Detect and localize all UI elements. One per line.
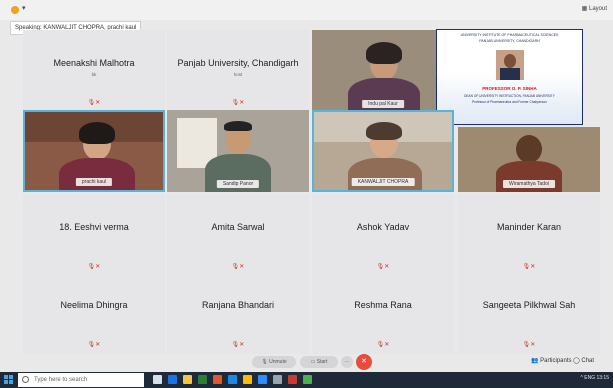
acrobat-icon[interactable]	[288, 375, 297, 384]
participant-tile[interactable]: Neelima Dhingra 🎙✕	[23, 272, 165, 354]
more-icon: ···	[344, 359, 350, 365]
participant-tile[interactable]: Maninder Karan 🎙✕	[458, 194, 600, 276]
participant-label: Indu pal Kaur	[362, 100, 404, 108]
participant-name: Panjab University, Chandigarh	[177, 58, 299, 68]
participant-video-tile[interactable]: Sandip Panor	[167, 110, 309, 192]
more-button[interactable]: ···	[341, 356, 353, 368]
participant-video-tile[interactable]: Indu pal Kaur	[312, 30, 454, 112]
hang-up-icon: ✕	[361, 358, 367, 365]
edge-icon[interactable]	[168, 375, 177, 384]
people-icon: 👥	[531, 358, 539, 364]
start-video-button[interactable]: ▭ Start	[300, 356, 338, 368]
participant-name: Ranjana Bhandari	[201, 300, 275, 310]
slide-line-1: UNIVERSITY INSTITUTE OF PHARMACEUTICAL S…	[460, 33, 559, 37]
speaker-photo	[496, 50, 524, 80]
powerpoint-icon[interactable]	[213, 375, 222, 384]
file-explorer-icon[interactable]	[183, 375, 192, 384]
participant-name: Neelima Dhingra	[60, 300, 128, 310]
windows-taskbar: Type here to search ^ ENG 13:15	[0, 372, 613, 388]
participant-subtitle: host	[233, 72, 243, 77]
taskbar-search-input[interactable]: Type here to search	[18, 373, 144, 387]
word-icon[interactable]	[228, 375, 237, 384]
system-tray: ^ ENG 13:15	[580, 375, 609, 381]
participant-label: Sandip Panor	[216, 180, 260, 188]
participant-name: 18. Eeshvi verma	[59, 222, 129, 232]
zoom-logo-icon	[11, 6, 19, 14]
muted-mic-icon: 🎙✕	[87, 264, 101, 270]
muted-mic-icon: 🎙✕	[87, 342, 101, 348]
participant-tile[interactable]: Ranjana Bhandari 🎙✕	[167, 272, 309, 354]
muted-mic-icon: 🎙✕	[522, 342, 536, 348]
muted-mic-icon: 🎙✕	[231, 264, 245, 270]
chat-icon: ◯	[573, 358, 580, 364]
participant-name: Meenakshi Malhotra	[53, 58, 135, 68]
muted-mic-icon: 🎙✕	[231, 342, 245, 348]
participant-label: KANWALJIT CHOPRA	[351, 178, 415, 186]
muted-mic-icon: 🎙✕	[87, 100, 101, 106]
participant-tile[interactable]: Sangeeta Pilkhwal Sah 🎙✕	[458, 272, 600, 354]
participant-tile[interactable]: Ashok Yadav 🎙✕	[312, 194, 454, 276]
participants-button[interactable]: 👥 Participants	[531, 357, 572, 364]
excel-icon[interactable]	[198, 375, 207, 384]
mic-icon: 🎙	[261, 359, 268, 365]
search-icon	[22, 376, 29, 383]
grid-icon: ▦	[581, 6, 588, 12]
chrome-icon[interactable]	[243, 375, 252, 384]
participant-video-tile[interactable]: Wiramathya Tadoi	[458, 127, 600, 192]
app-icon[interactable]	[303, 375, 312, 384]
participant-tile[interactable]: Panjab University, Chandigarh host 🎙✕	[167, 30, 309, 112]
app-icon[interactable]	[273, 375, 282, 384]
shared-screen-tile[interactable]: UNIVERSITY INSTITUTE OF PHARMACEUTICAL S…	[436, 29, 583, 125]
participant-subtitle: bk	[91, 72, 97, 77]
participant-label: prachi kaul	[75, 178, 113, 186]
participant-tile[interactable]: Amita Sarwal 🎙✕	[167, 194, 309, 276]
meeting-controls: 🎙 Unmute ▭ Start ··· ✕ 👥 Participants ◯ …	[0, 354, 613, 372]
muted-mic-icon: 🎙✕	[522, 264, 536, 270]
end-call-button[interactable]: ✕	[356, 354, 372, 370]
camera-icon: ▭	[310, 359, 316, 365]
participant-name: Maninder Karan	[496, 222, 562, 232]
windows-start-icon[interactable]	[4, 375, 14, 385]
muted-mic-icon: 🎙✕	[376, 264, 390, 270]
participant-video-tile[interactable]: KANWALJIT CHOPRA	[312, 110, 454, 192]
participant-video-tile[interactable]: prachi kaul	[23, 110, 165, 192]
slide-line-3: DEAN OF UNIVERSITY INSTRUCTION, PANJAB U…	[464, 94, 555, 98]
participant-name: Sangeeta Pilkhwal Sah	[482, 300, 576, 310]
muted-mic-icon: 🎙✕	[231, 100, 245, 106]
menu-chevron-icon[interactable]: ▾	[22, 4, 26, 12]
unmute-button[interactable]: 🎙 Unmute	[252, 356, 296, 368]
muted-mic-icon: 🎙✕	[376, 342, 390, 348]
zoom-icon[interactable]	[258, 375, 267, 384]
participant-tile[interactable]: 18. Eeshvi verma 🎙✕	[23, 194, 165, 276]
participant-tile[interactable]: Reshma Rana 🎙✕	[312, 272, 454, 354]
layout-button[interactable]: ▦ Layout	[582, 5, 607, 12]
participant-name: Ashok Yadav	[356, 222, 410, 232]
title-bar: ▾ ▦ Layout	[0, 0, 613, 20]
participant-tile[interactable]: Meenakshi Malhotra bk 🎙✕	[23, 30, 165, 112]
participant-name: Reshma Rana	[354, 300, 412, 310]
slide-line-4: Professor of Pharmaceutics and Former Ch…	[472, 100, 547, 104]
slide-line-2: PANJAB UNIVERSITY, CHANDIGARH	[479, 39, 540, 43]
slide-speaker-name: PROFESSOR O. P. SINHA	[482, 86, 537, 91]
chat-button[interactable]: ◯ Chat	[573, 357, 594, 364]
task-view-icon[interactable]	[153, 375, 162, 384]
participant-label: Wiramathya Tadoi	[503, 180, 555, 188]
participant-name: Amita Sarwal	[211, 222, 265, 232]
